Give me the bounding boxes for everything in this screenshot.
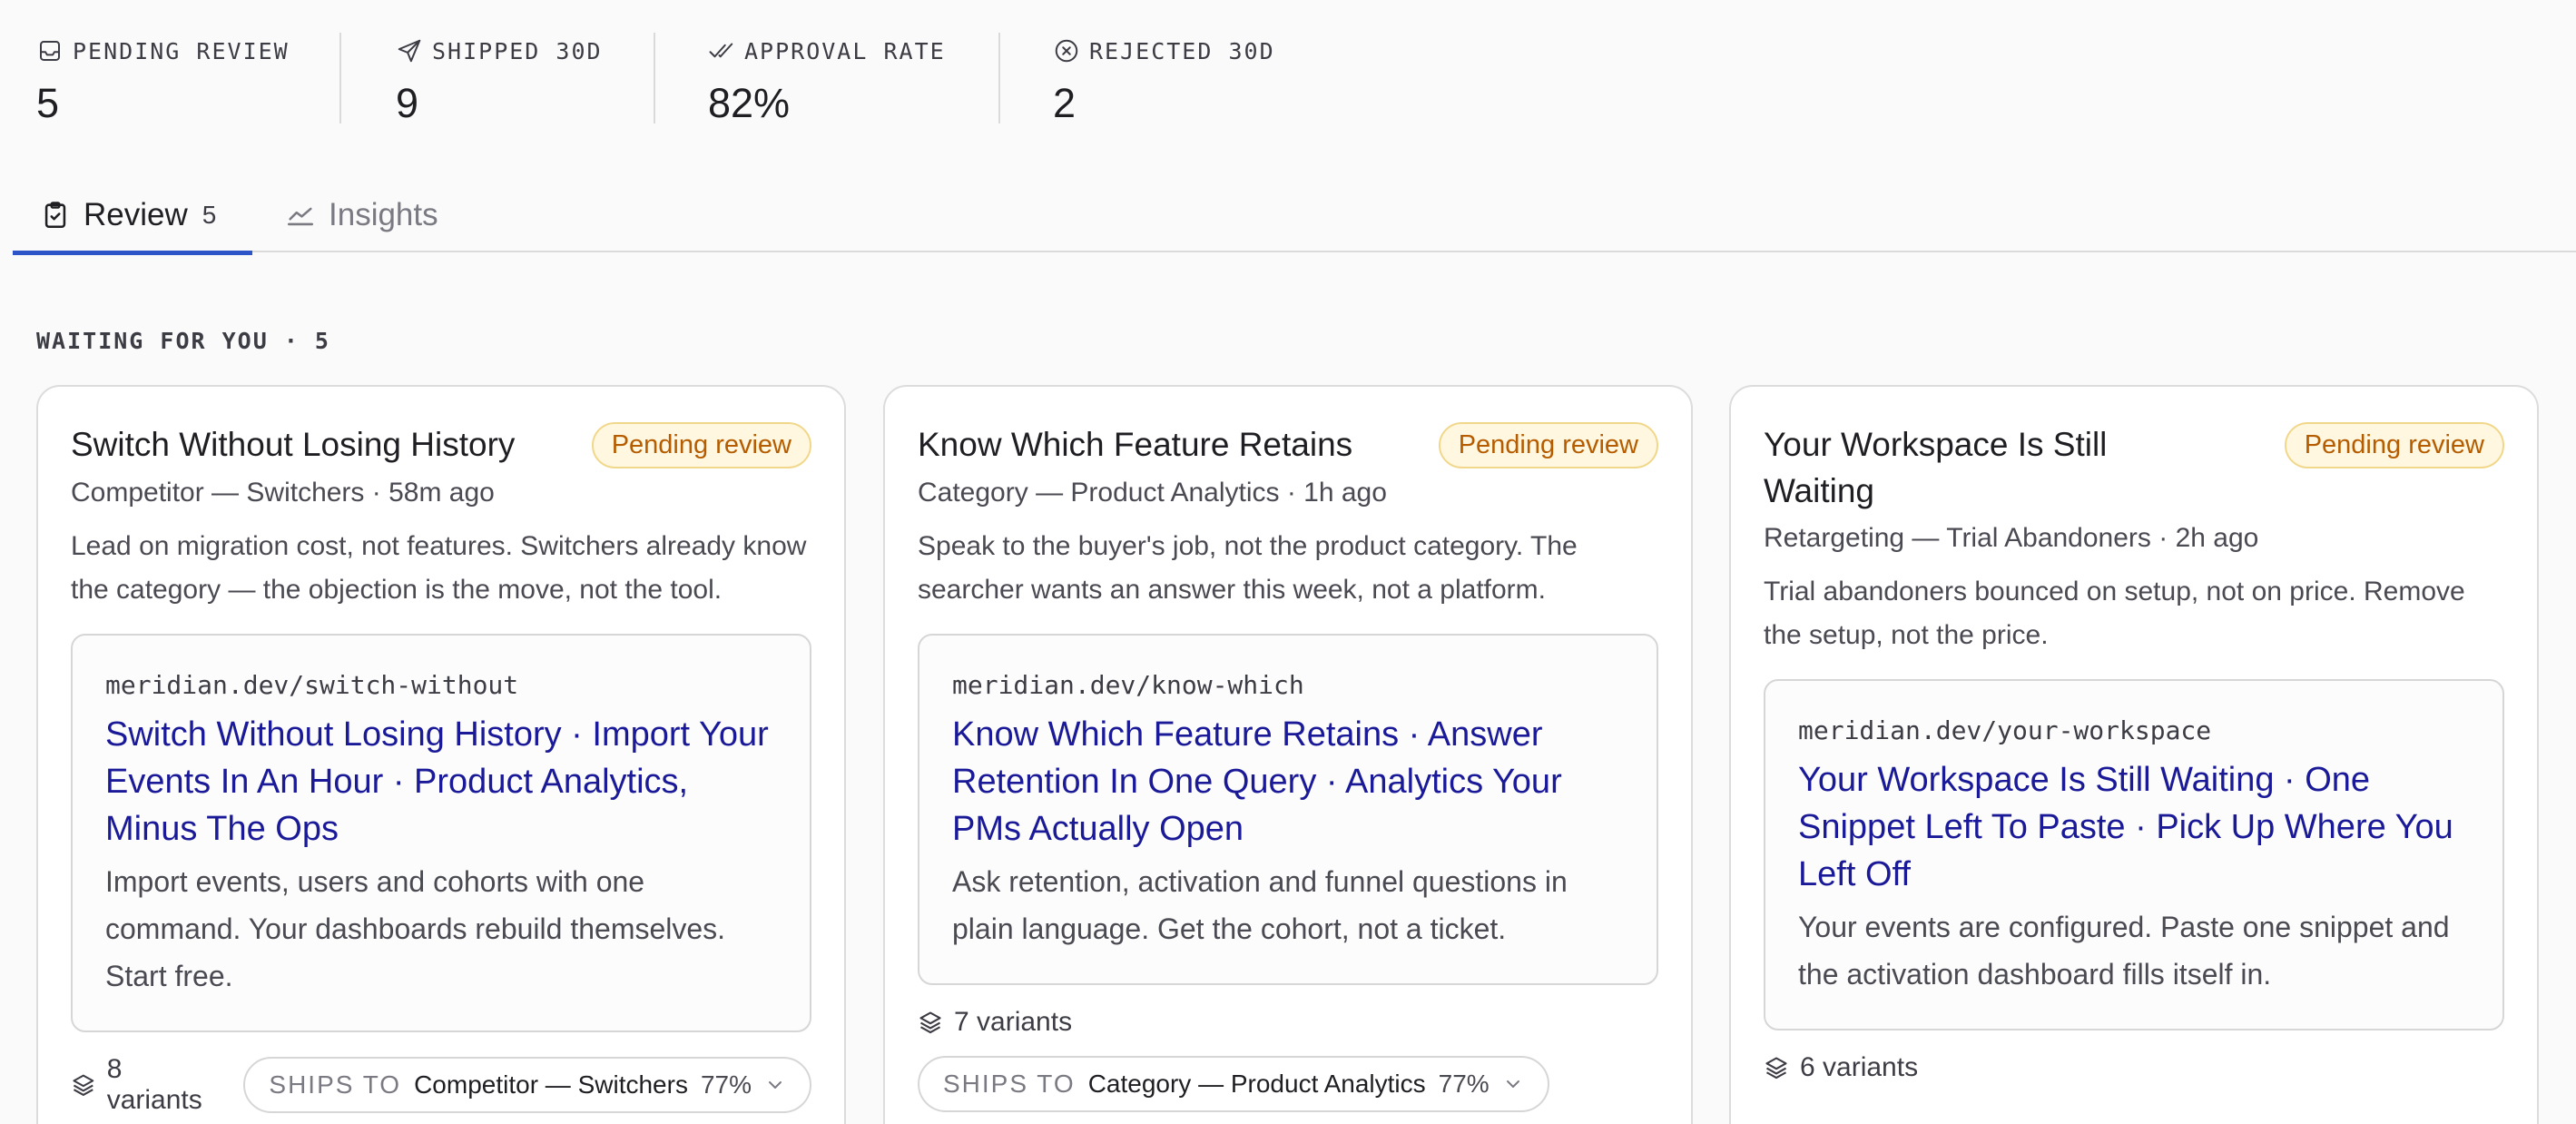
- ad-headline[interactable]: Your Workspace Is Still Waiting · One Sn…: [1798, 756, 2470, 898]
- layers-icon: [73, 1074, 94, 1097]
- ships-to-target: Competitor — Switchers: [414, 1070, 688, 1099]
- variants-count[interactable]: 7 variants: [918, 1007, 1072, 1038]
- stat-pending-review: PENDING REVIEW 5: [36, 33, 341, 126]
- status-badge: Pending review: [591, 422, 811, 468]
- layers-icon: [919, 1011, 941, 1034]
- tab-bar: Review 5 Insights: [13, 178, 2576, 255]
- card-description: Lead on migration cost, not features. Sw…: [71, 531, 807, 605]
- card-title: Your Workspace Is Still Waiting: [1764, 426, 2108, 509]
- chevron-down-icon: [769, 1081, 782, 1089]
- ships-to-select[interactable]: SHIPS TO Category — Product Analytics 77…: [918, 1056, 1549, 1112]
- ad-url: meridian.dev/switch-without: [105, 670, 519, 700]
- chevron-down-icon: [1506, 1080, 1519, 1088]
- ad-body: Import events, users and cohorts with on…: [105, 865, 726, 992]
- inbox-icon: [40, 41, 60, 61]
- ships-to-target: Category — Product Analytics: [1087, 1070, 1426, 1098]
- stat-value: 5: [36, 80, 60, 126]
- ad-headline[interactable]: Know Which Feature Retains · Answer Rete…: [952, 711, 1624, 853]
- line-chart-icon: [287, 207, 314, 226]
- double-check-icon: [709, 43, 733, 58]
- variants-count[interactable]: 6 variants: [1764, 1052, 1918, 1083]
- ships-to-label: SHIPS TO: [943, 1070, 1076, 1098]
- review-card[interactable]: Your Workspace Is Still Waiting Pending …: [1729, 385, 2539, 1124]
- ad-preview: meridian.dev/switch-without Switch Witho…: [71, 634, 811, 1032]
- review-card[interactable]: Know Which Feature Retains Pending revie…: [883, 385, 1693, 1124]
- ships-to-select[interactable]: SHIPS TO Competitor — Switchers 77%: [243, 1057, 811, 1113]
- card-title: Switch Without Losing History: [71, 426, 516, 463]
- stats-bar: PENDING REVIEW 5 SHIPPED 30D 9 APPROVAL …: [36, 33, 1289, 127]
- variants-count[interactable]: 8 variants: [71, 1054, 223, 1116]
- variants-label: 6 variants: [1800, 1052, 1919, 1082]
- tab-review-count: 5: [202, 201, 217, 229]
- tab-insights[interactable]: Insights: [285, 178, 438, 252]
- stat-value: 9: [396, 80, 419, 126]
- ad-preview: meridian.dev/your-workspace Your Workspa…: [1764, 679, 2504, 1030]
- card-meta: Retargeting — Trial Abandoners · 2h ago: [1764, 523, 2259, 553]
- stat-shipped-30d: SHIPPED 30D 9: [339, 33, 655, 126]
- stat-label: PENDING REVIEW: [73, 37, 290, 64]
- stat-rejected-30d: REJECTED 30D 2: [998, 33, 1289, 127]
- card-title: Know Which Feature Retains: [918, 426, 1353, 463]
- card-description: Speak to the buyer's job, not the produc…: [918, 531, 1578, 605]
- ad-url: meridian.dev/know-which: [952, 670, 1304, 700]
- ships-to-percent: 77%: [700, 1070, 752, 1099]
- stat-label: SHIPPED 30D: [432, 37, 603, 64]
- ships-to-label: SHIPS TO: [269, 1070, 402, 1099]
- card-description: Trial abandoners bounced on setup, not o…: [1764, 577, 2465, 650]
- stat-value: 82%: [708, 80, 791, 126]
- status-badge: Pending review: [2284, 422, 2504, 468]
- ships-to-percent: 77%: [1438, 1070, 1490, 1098]
- card-meta: Category — Product Analytics · 1h ago: [918, 478, 1387, 508]
- variants-label: 7 variants: [954, 1007, 1073, 1037]
- ad-headline[interactable]: Switch Without Losing History · Import Y…: [105, 711, 777, 853]
- tab-insights-label: Insights: [329, 197, 438, 232]
- card-meta: Competitor — Switchers · 58m ago: [71, 478, 495, 508]
- clipboard-check-icon: [44, 202, 66, 229]
- ad-body: Your events are configured. Paste one sn…: [1798, 911, 2450, 991]
- ad-body: Ask retention, activation and funnel que…: [952, 865, 1568, 945]
- status-badge: Pending review: [1438, 422, 1658, 468]
- tab-review-label: Review: [84, 197, 188, 232]
- review-card[interactable]: Switch Without Losing History Pending re…: [36, 385, 846, 1124]
- ad-preview: meridian.dev/know-which Know Which Featu…: [918, 634, 1658, 985]
- stat-approval-rate: APPROVAL RATE 82%: [654, 33, 1000, 126]
- tab-review[interactable]: Review 5: [13, 178, 252, 255]
- stat-label: APPROVAL RATE: [744, 37, 946, 64]
- stat-value: 2: [1053, 80, 1077, 126]
- section-label: WAITING FOR YOU · 5: [36, 328, 330, 354]
- send-icon: [398, 39, 421, 63]
- x-circle-icon: [1055, 39, 1078, 63]
- layers-icon: [1765, 1057, 1787, 1080]
- stat-label: REJECTED 30D: [1089, 37, 1275, 64]
- ad-url: meridian.dev/your-workspace: [1798, 715, 2212, 745]
- variants-label: 8 variants: [106, 1054, 202, 1115]
